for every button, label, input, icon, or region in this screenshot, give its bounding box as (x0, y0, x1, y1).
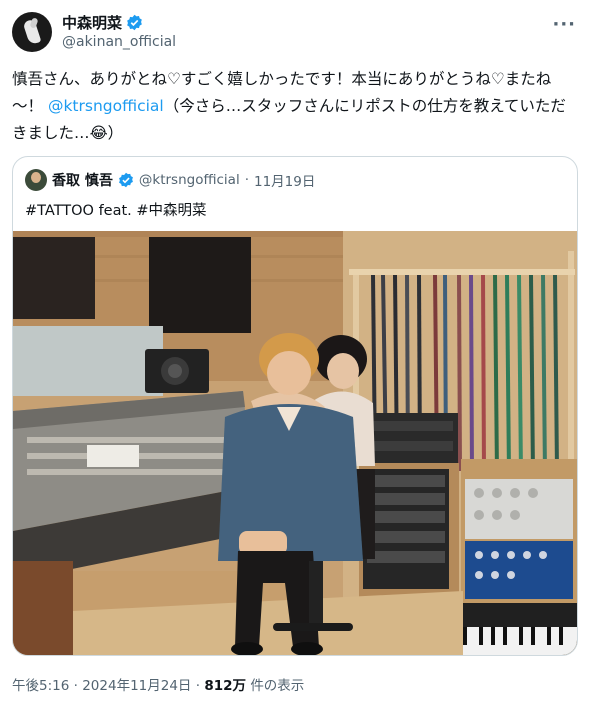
studio-photo-illustration (13, 231, 577, 655)
quoted-separator: · (244, 172, 249, 188)
author-handle[interactable]: @akinan_official (62, 34, 176, 50)
quoted-handle[interactable]: @ktrsngofficial (139, 172, 240, 188)
mention-link[interactable]: @ktrsngofficial (48, 97, 164, 115)
views-count: 812万 (204, 678, 247, 694)
post-footer: 午後5:16 · 2024年11月24日 · 812万 件の表示 (12, 674, 304, 694)
footer-separator: · (195, 678, 201, 694)
post-time[interactable]: 午後5:16 (12, 678, 69, 694)
author-name-row: 中森明菜 (62, 12, 143, 33)
footer-separator: · (73, 678, 78, 694)
quoted-avatar[interactable] (25, 169, 47, 191)
views-label: 件の表示 (250, 678, 305, 694)
avatar-glyph-detail (29, 17, 39, 29)
post-photo[interactable] (13, 231, 577, 655)
quoted-post-text: #TATTOO feat. #中森明菜 (25, 203, 207, 219)
post-text: 慎吾さん、ありがとね♡すごく嬉しかったです！本当にありがとうね♡またね～！ @k… (12, 66, 578, 147)
post-date[interactable]: 2024年11月24日 (82, 678, 191, 694)
quoted-date[interactable]: 11月19日 (254, 170, 315, 190)
avatar[interactable] (12, 12, 52, 52)
author-display-name[interactable]: 中森明菜 (62, 12, 122, 33)
quoted-post-header: 香取 慎吾 @ktrsngofficial · 11月19日 (25, 169, 315, 191)
verified-badge-icon (127, 14, 142, 31)
quoted-post[interactable]: 香取 慎吾 @ktrsngofficial · 11月19日 #TATTOO f… (12, 156, 578, 656)
more-options-icon[interactable]: ··· (552, 14, 576, 35)
verified-badge-icon (118, 172, 133, 188)
post-header: 中森明菜 @akinan_official ··· (12, 10, 578, 56)
quoted-display-name[interactable]: 香取 慎吾 (52, 170, 113, 190)
